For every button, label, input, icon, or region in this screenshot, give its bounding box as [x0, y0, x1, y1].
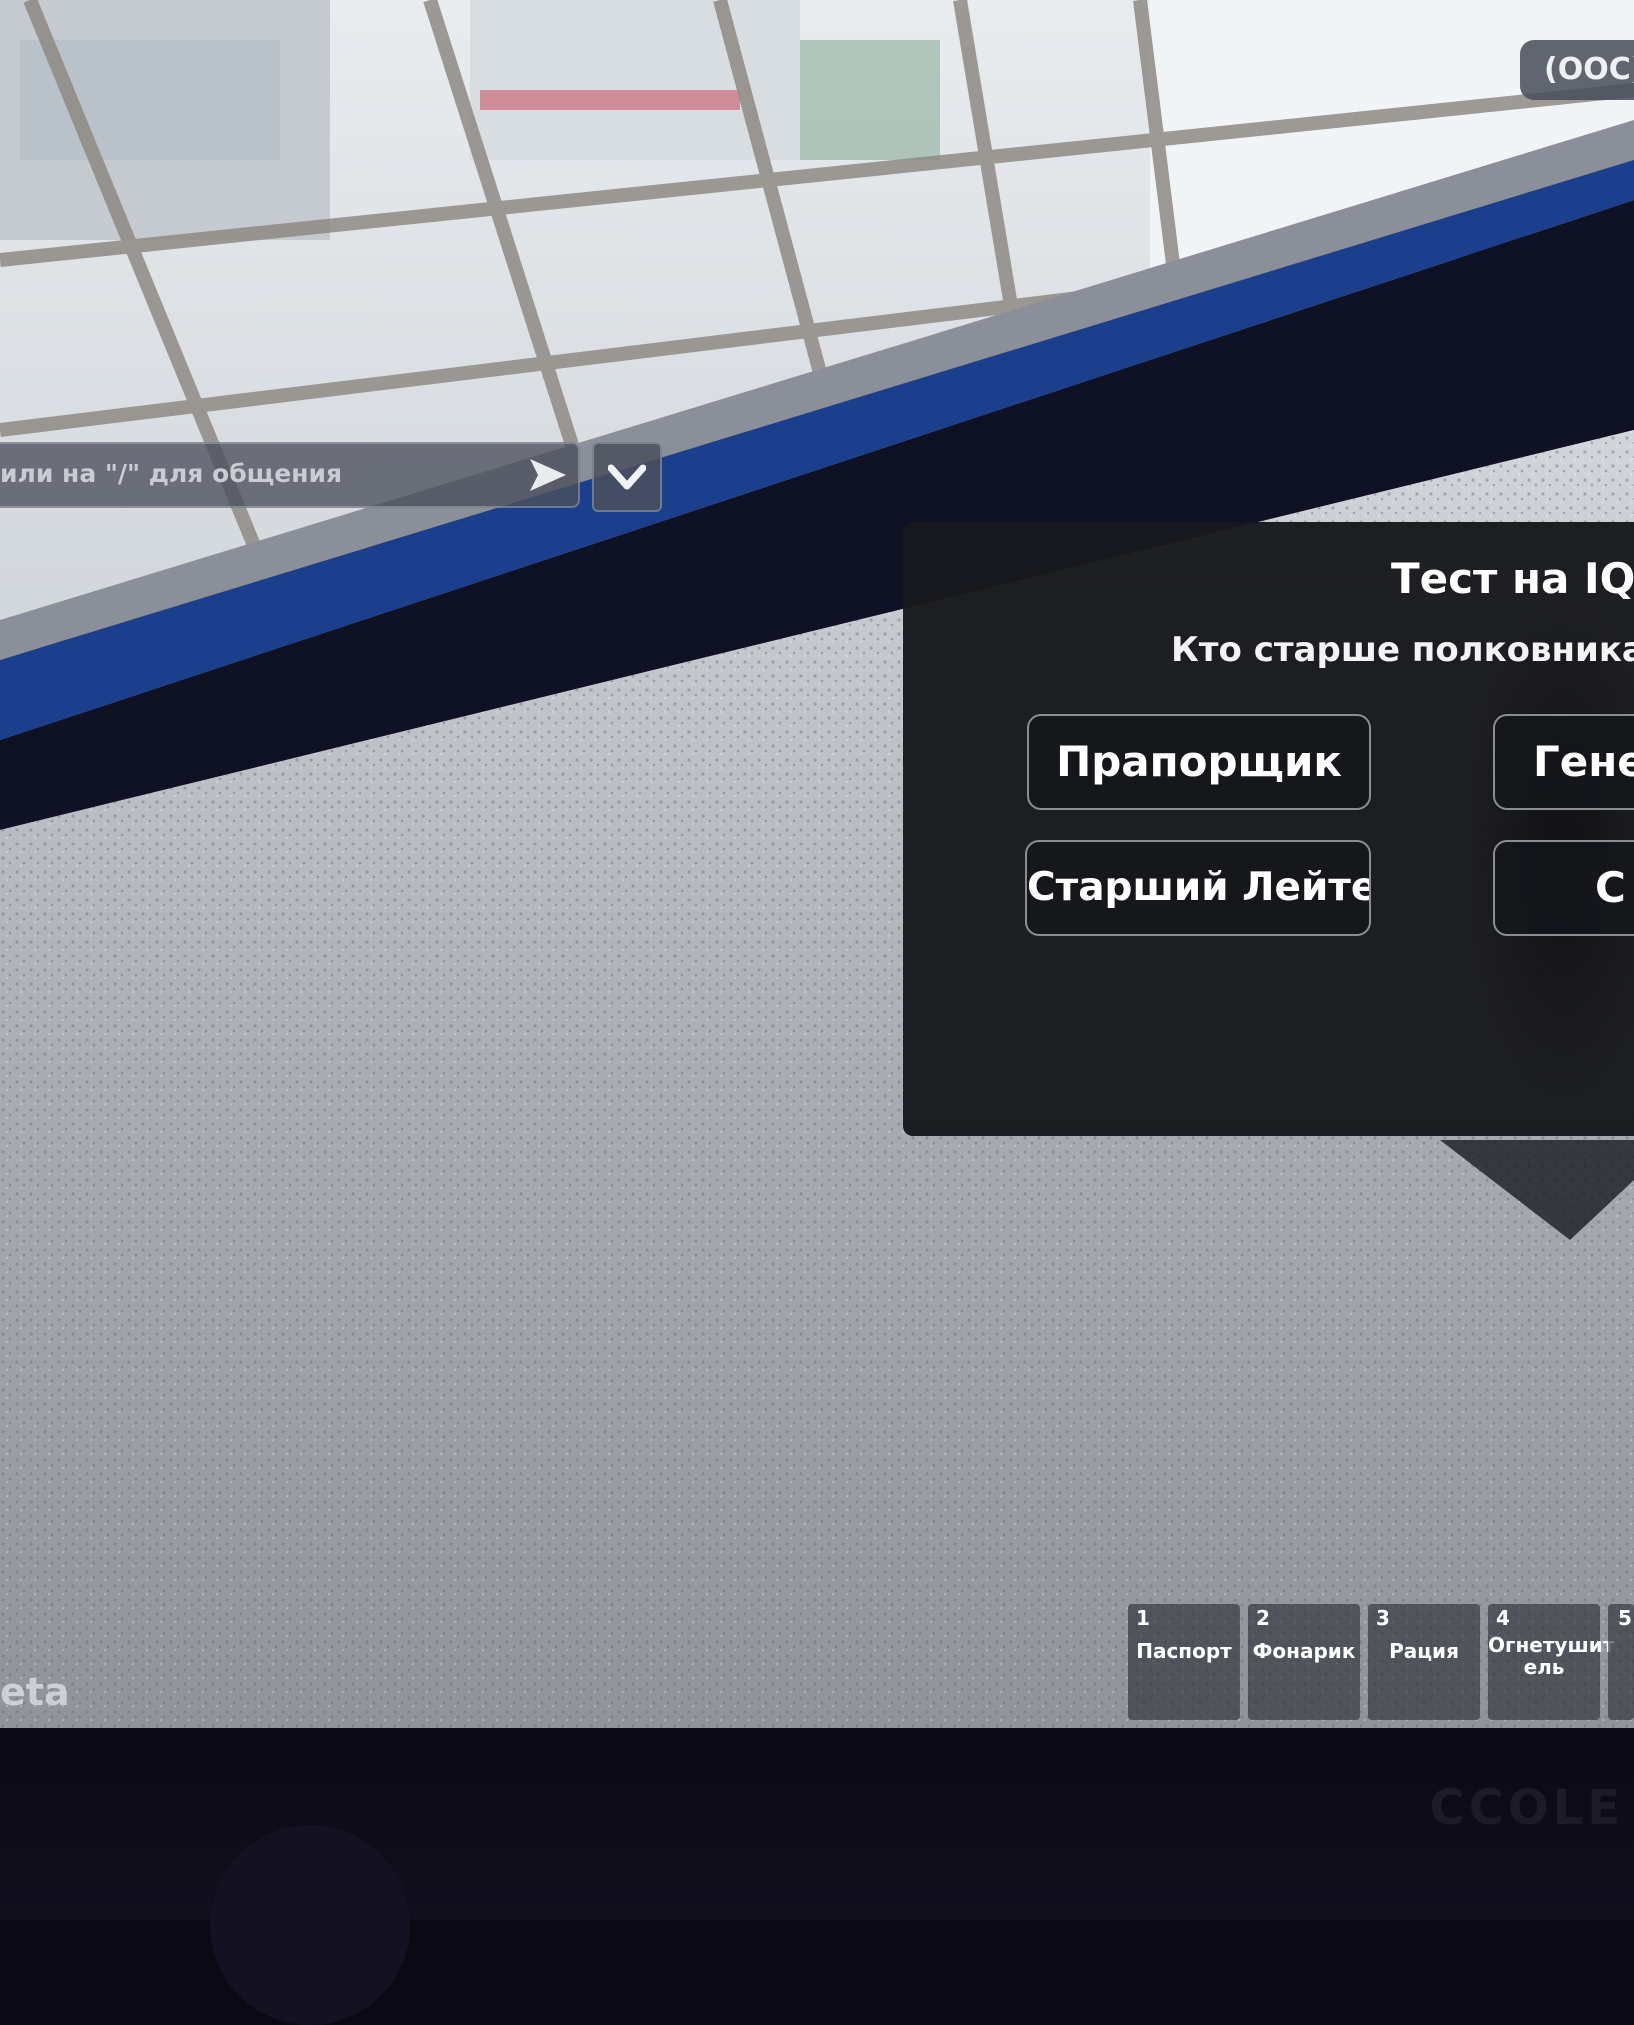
chat-input-placeholder: или на "/" для общения [0, 459, 343, 488]
send-arrow-icon[interactable] [528, 456, 568, 494]
hotbar-slot-2[interactable]: 2 Фонарик [1248, 1604, 1360, 1720]
slot-label: Огнетушит ель [1488, 1633, 1615, 1679]
slot-label: Фонарик [1252, 1639, 1356, 1663]
chevron-down-icon [608, 464, 646, 490]
slot-number: 1 [1136, 1606, 1150, 1630]
hotbar-slot-3[interactable]: 3 Рация [1368, 1604, 1480, 1720]
slot-number: 5 [1618, 1606, 1632, 1630]
hotbar-slot-4[interactable]: 4 Огнетушит ель [1488, 1604, 1615, 1720]
answer-button-1[interactable]: Прапорщик [1027, 714, 1371, 810]
ooc-label: (OOC) [1544, 52, 1634, 87]
hotbar-slot-1[interactable]: 1 Паспорт [1128, 1604, 1240, 1720]
answer-button-3[interactable]: Старший Лейтенант [1025, 840, 1371, 936]
device-bezel-shadow [210, 1825, 410, 2025]
slot-label: Паспорт [1136, 1639, 1232, 1663]
answer-button-4[interactable]: С [1493, 840, 1634, 936]
beta-watermark: eta [0, 1670, 70, 1714]
slot-number: 2 [1256, 1606, 1270, 1630]
answer-button-2[interactable]: Гене [1493, 714, 1634, 810]
hotbar-slot-5[interactable]: 5 [1608, 1604, 1634, 1720]
chat-input-bar[interactable]: или на "/" для общения [0, 442, 580, 508]
slot-label: Рация [1389, 1639, 1459, 1663]
question-text: Кто старше полковника по [1171, 630, 1634, 670]
chat-toggle-button[interactable] [592, 442, 662, 512]
slot-number: 4 [1496, 1606, 1510, 1630]
slot-number: 3 [1376, 1606, 1390, 1630]
ooc-chat-tab[interactable]: (OOC) [1520, 40, 1634, 100]
bezel-logo: CCOLE [1429, 1780, 1624, 1836]
iq-test-dialog: Тест на IQ Кто старше полковника по Прап… [903, 522, 1634, 1136]
dialog-title: Тест на IQ [1391, 554, 1634, 603]
